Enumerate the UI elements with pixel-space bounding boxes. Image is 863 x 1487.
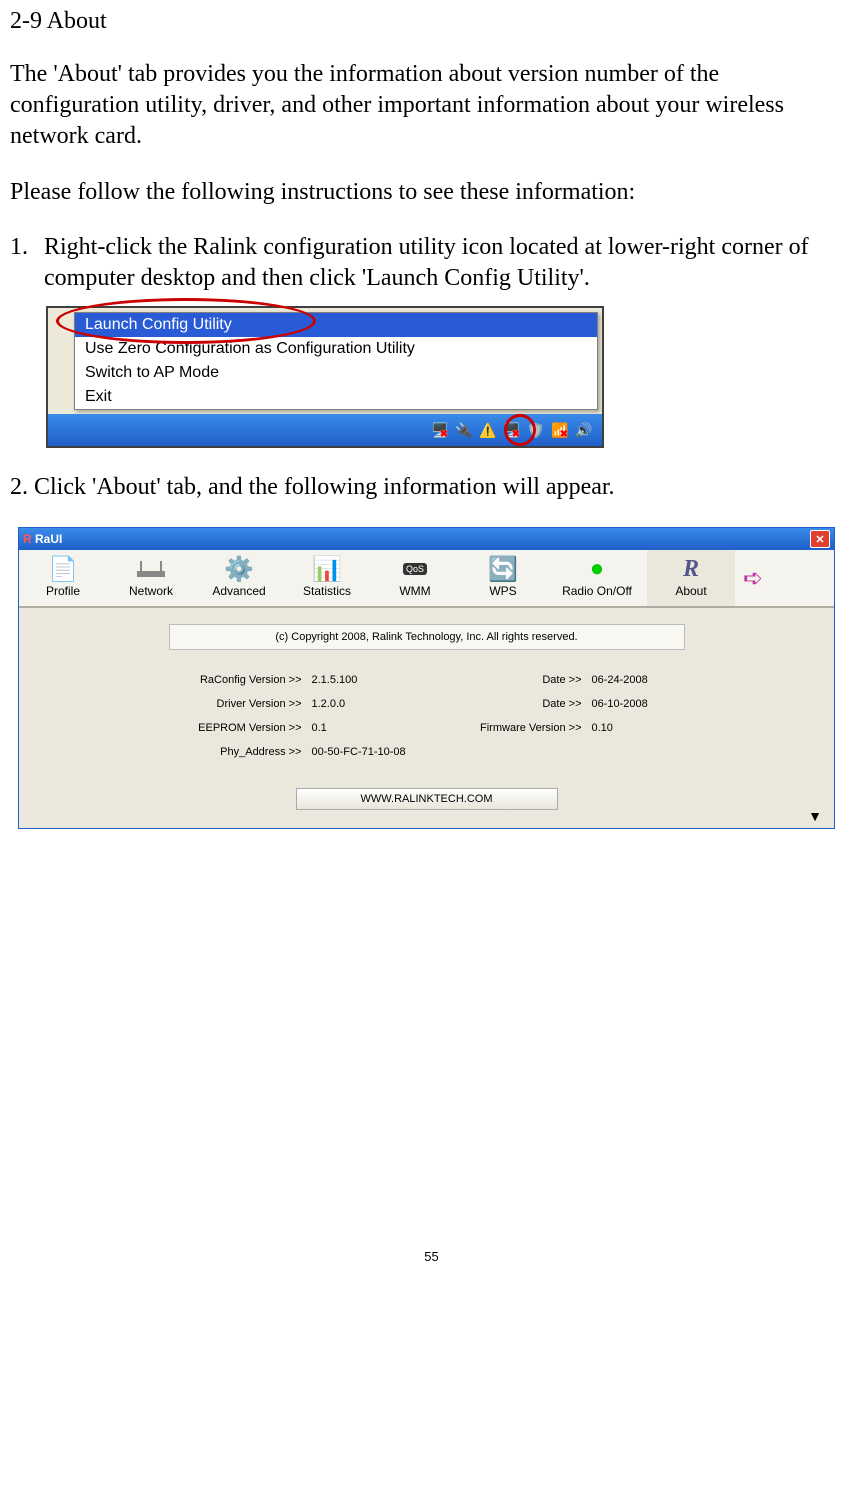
- menu-item-launch-config[interactable]: Launch Config Utility: [75, 313, 597, 337]
- phy-address-value: 00-50-FC-71-10-08: [312, 746, 572, 758]
- step-1-number: 1.: [10, 232, 28, 263]
- expand-arrow-icon[interactable]: ▼: [808, 808, 822, 824]
- tray-volume-icon[interactable]: 🔊: [574, 420, 594, 440]
- raconfig-version-label: RaConfig Version >>: [142, 674, 312, 686]
- tray-network-icon[interactable]: 🖥️✖: [430, 420, 450, 440]
- window-title: RaUI: [35, 532, 62, 546]
- tray-network2-icon[interactable]: 🖥️✖: [502, 420, 522, 440]
- tab-profile[interactable]: 📄 Profile: [19, 550, 107, 606]
- tab-label: WMM: [371, 584, 459, 598]
- instruction-lead: Please follow the following instructions…: [10, 177, 853, 208]
- driver-date-label: Date >>: [442, 698, 592, 710]
- phy-address-label: Phy_Address >>: [142, 746, 312, 758]
- website-link-button[interactable]: WWW.RALINKTECH.COM: [296, 788, 558, 810]
- tab-label: Profile: [19, 584, 107, 598]
- raconfig-date-value: 06-24-2008: [592, 674, 692, 686]
- context-menu-screenshot: Launch Config Utility Use Zero Configura…: [46, 306, 604, 448]
- info-row-phy: Phy_Address >> 00-50-FC-71-10-08: [142, 740, 712, 764]
- profile-icon: 📄: [19, 554, 107, 584]
- raconfig-date-label: Date >>: [442, 674, 592, 686]
- raconfig-version-value: 2.1.5.100: [312, 674, 442, 686]
- tab-bar: 📄 Profile Network ⚙️ Advanced 📊 Statisti…: [19, 550, 834, 608]
- driver-version-value: 1.2.0.0: [312, 698, 442, 710]
- tab-network[interactable]: Network: [107, 550, 195, 606]
- info-row-eeprom: EEPROM Version >> 0.1 Firmware Version >…: [142, 716, 712, 740]
- step-1: 1. Right-click the Ralink configuration …: [10, 232, 853, 294]
- tab-scroll-right[interactable]: ➪: [735, 550, 771, 606]
- arrow-right-icon: ➪: [743, 564, 763, 593]
- tray-shield-icon[interactable]: 🛡️: [526, 420, 546, 440]
- page-number: 55: [10, 1249, 853, 1264]
- tab-advanced[interactable]: ⚙️ Advanced: [195, 550, 283, 606]
- info-row-driver: Driver Version >> 1.2.0.0 Date >> 06-10-…: [142, 692, 712, 716]
- tray-warning-icon[interactable]: ⚠️: [478, 420, 498, 440]
- wps-icon: 🔄: [459, 554, 547, 584]
- tab-label: Statistics: [283, 584, 371, 598]
- menu-item-switch-ap[interactable]: Switch to AP Mode: [75, 361, 597, 385]
- driver-version-label: Driver Version >>: [142, 698, 312, 710]
- router-icon: [107, 554, 195, 584]
- tab-wmm[interactable]: QoS WMM: [371, 550, 459, 606]
- info-row-raconfig: RaConfig Version >> 2.1.5.100 Date >> 06…: [142, 668, 712, 692]
- intro-paragraph: The 'About' tab provides you the informa…: [10, 59, 853, 153]
- driver-date-value: 06-10-2008: [592, 698, 692, 710]
- step-2: 2. Click 'About' tab, and the following …: [10, 472, 853, 503]
- tab-label: Network: [107, 584, 195, 598]
- taskbar: 🖥️✖ 🔌 ⚠️ 🖥️✖ 🛡️ 📶✖ 🔊: [48, 414, 602, 446]
- tab-about[interactable]: R About: [647, 550, 735, 606]
- tab-statistics[interactable]: 📊 Statistics: [283, 550, 371, 606]
- gear-icon: ⚙️: [195, 554, 283, 584]
- menu-item-exit[interactable]: Exit: [75, 385, 597, 409]
- tab-label: Radio On/Off: [547, 584, 647, 598]
- about-panel: (c) Copyright 2008, Ralink Technology, I…: [19, 608, 834, 828]
- section-heading: 2-9 About: [10, 8, 853, 35]
- tray-safely-remove-icon[interactable]: 🔌: [454, 420, 474, 440]
- tab-label: WPS: [459, 584, 547, 598]
- context-menu: Launch Config Utility Use Zero Configura…: [74, 312, 598, 410]
- eeprom-version-value: 0.1: [312, 722, 442, 734]
- version-info-grid: RaConfig Version >> 2.1.5.100 Date >> 06…: [142, 668, 712, 764]
- firmware-version-value: 0.10: [592, 722, 692, 734]
- statistics-icon: 📊: [283, 554, 371, 584]
- qos-icon: QoS: [371, 554, 459, 584]
- step-1-text: Right-click the Ralink configuration uti…: [44, 234, 809, 291]
- tab-label: About: [647, 584, 735, 598]
- radio-icon: ●: [547, 554, 647, 584]
- raui-window: R RaUI ✕ 📄 Profile Network ⚙️ Advanced 📊…: [18, 527, 835, 829]
- firmware-version-label: Firmware Version >>: [442, 722, 592, 734]
- close-icon: ✕: [815, 533, 824, 546]
- tab-radio[interactable]: ● Radio On/Off: [547, 550, 647, 606]
- tab-wps[interactable]: 🔄 WPS: [459, 550, 547, 606]
- menu-item-zero-config[interactable]: Use Zero Configuration as Configuration …: [75, 337, 597, 361]
- copyright-text: (c) Copyright 2008, Ralink Technology, I…: [169, 624, 685, 650]
- close-button[interactable]: ✕: [810, 530, 830, 548]
- tab-label: Advanced: [195, 584, 283, 598]
- about-icon: R: [647, 554, 735, 584]
- window-titlebar: R RaUI ✕: [19, 528, 834, 550]
- tray-ralink-icon[interactable]: 📶✖: [550, 420, 570, 440]
- eeprom-version-label: EEPROM Version >>: [142, 722, 312, 734]
